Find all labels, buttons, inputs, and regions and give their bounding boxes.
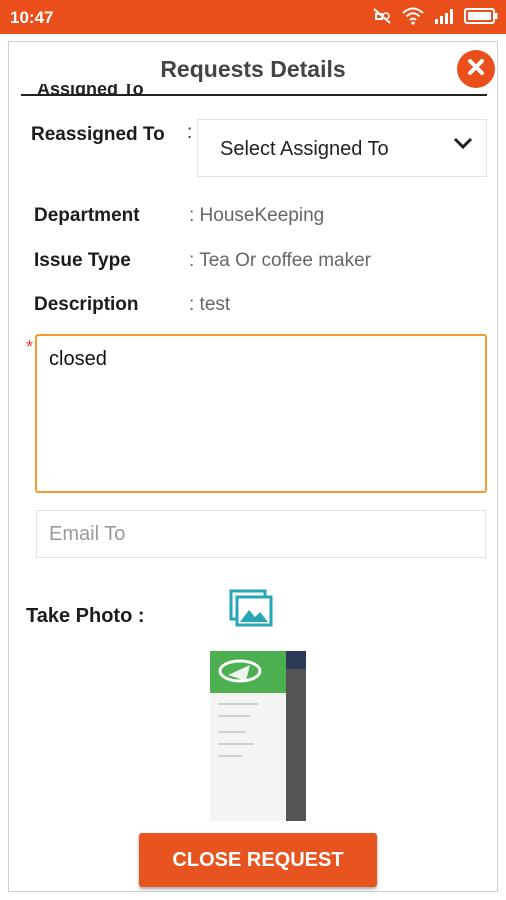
status-bar: 10:47 xyxy=(0,0,506,34)
wifi-icon xyxy=(402,7,424,30)
assigned-to-select[interactable]: Select Assigned To xyxy=(197,119,487,177)
thumbnail-line xyxy=(218,755,242,757)
department-value: : HouseKeeping xyxy=(189,205,325,226)
reassigned-to-label: Reassigned To xyxy=(31,124,165,145)
reassigned-colon: : xyxy=(187,122,193,143)
thumbnail-side-panel xyxy=(286,651,306,821)
department-label: Department xyxy=(34,205,140,226)
request-details-dialog: Assigned To Requests Details Reassigned … xyxy=(8,41,498,892)
close-dialog-button[interactable] xyxy=(457,50,495,88)
status-time: 10:47 xyxy=(10,8,54,27)
email-to-input[interactable]: Email To xyxy=(36,510,486,558)
issue-type-value: : Tea Or coffee maker xyxy=(189,250,371,271)
battery-icon xyxy=(464,8,498,29)
thumbnail-line xyxy=(218,703,258,705)
thumbnail-line xyxy=(218,743,254,745)
thumbnail-side-header xyxy=(286,651,306,669)
required-marker: * xyxy=(26,337,34,357)
comment-text: closed xyxy=(49,348,107,370)
description-label: Description xyxy=(34,294,139,315)
photo-thumbnail[interactable] xyxy=(210,651,306,821)
select-value: Select Assigned To xyxy=(220,138,389,160)
mute-icon xyxy=(372,7,392,30)
close-request-button[interactable]: CLOSE REQUEST xyxy=(139,833,377,887)
thumbnail-line xyxy=(218,715,250,717)
signal-icon xyxy=(434,8,454,29)
issue-type-label: Issue Type xyxy=(34,250,131,271)
thumbnail-line xyxy=(218,731,246,733)
close-icon xyxy=(466,57,486,82)
email-placeholder: Email To xyxy=(49,523,126,545)
description-value: : test xyxy=(189,294,231,315)
thumbnail-header xyxy=(210,651,286,693)
dialog-title: Requests Details xyxy=(160,56,346,82)
chevron-down-icon xyxy=(452,136,474,155)
gallery-icon[interactable] xyxy=(229,589,273,632)
comment-textarea[interactable]: closed xyxy=(35,334,487,493)
status-icons xyxy=(372,7,498,30)
take-photo-label: Take Photo : xyxy=(26,605,145,627)
title-divider xyxy=(21,94,487,96)
